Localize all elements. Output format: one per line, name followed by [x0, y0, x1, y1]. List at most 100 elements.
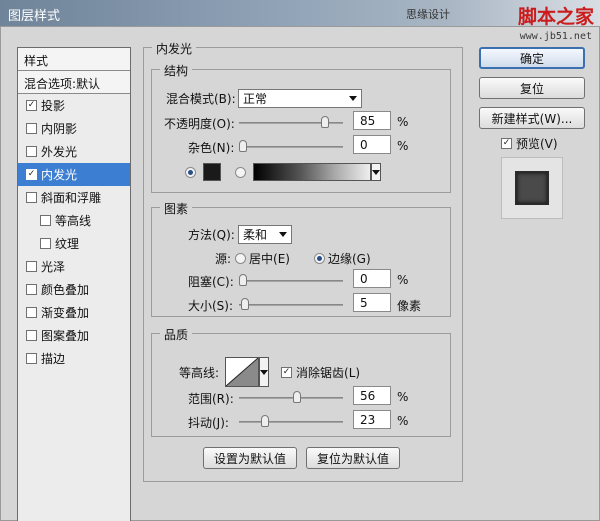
range-input[interactable]: 56: [353, 386, 391, 405]
choke-label: 阻塞(C):: [188, 275, 234, 289]
blend-mode-value: 正常: [243, 92, 268, 106]
style-item-label: 斜面和浮雕: [41, 191, 102, 205]
opacity-input[interactable]: 85: [353, 111, 391, 130]
elements-legend: 图素: [160, 200, 193, 217]
source-edge-label[interactable]: 边缘(G): [328, 250, 371, 267]
gradient-picker[interactable]: [253, 163, 371, 181]
contour-label: 等高线:: [179, 365, 220, 380]
preview-row: ✓ 预览(V): [501, 135, 558, 152]
ok-button[interactable]: 确定: [479, 47, 585, 69]
size-slider[interactable]: [239, 298, 343, 311]
antialias-checkbox[interactable]: ✓: [281, 366, 293, 378]
style-list-header[interactable]: 样式: [18, 48, 130, 71]
style-item[interactable]: 光泽: [18, 255, 130, 278]
slider-track: [239, 280, 343, 282]
antialias-label[interactable]: 消除锯齿(L): [296, 364, 360, 381]
watermark-text: 思缘设计: [406, 8, 450, 21]
style-item-label: 描边: [41, 352, 66, 366]
blending-options[interactable]: 混合选项:默认: [18, 71, 130, 94]
choke-input[interactable]: 0: [353, 269, 391, 288]
chevron-down-icon: [349, 96, 357, 101]
style-item[interactable]: 描边: [18, 347, 130, 370]
style-item-label: 渐变叠加: [41, 306, 90, 320]
preview-label[interactable]: 预览(V): [516, 135, 558, 152]
style-item[interactable]: 纹理: [18, 232, 130, 255]
contour-row: 等高线: ✓ 消除锯齿(L): [179, 357, 360, 387]
style-checkbox[interactable]: [26, 307, 37, 318]
method-select[interactable]: 柔和: [238, 225, 292, 244]
style-checkbox[interactable]: [26, 284, 37, 295]
style-item[interactable]: 外发光: [18, 140, 130, 163]
solid-color-radio[interactable]: [185, 166, 196, 178]
watermark-brand: 脚本之家: [517, 6, 594, 28]
slider-thumb[interactable]: [239, 140, 247, 152]
noise-input[interactable]: 0: [353, 135, 391, 154]
source-center-label[interactable]: 居中(E): [249, 250, 290, 267]
make-default-button[interactable]: 设置为默认值: [203, 447, 297, 469]
gradient-dropdown[interactable]: [371, 163, 381, 181]
jitter-slider[interactable]: [239, 415, 343, 428]
style-checkbox[interactable]: [26, 261, 37, 272]
contour-curve-icon: [225, 357, 259, 387]
reset-button[interactable]: 复位: [479, 77, 585, 99]
slider-thumb[interactable]: [293, 391, 301, 403]
new-style-button[interactable]: 新建样式(W)...: [479, 107, 585, 129]
source-row: 源: 居中(E) 边缘(G): [215, 250, 371, 267]
glow-fill-row: [185, 163, 381, 181]
slider-thumb[interactable]: [261, 415, 269, 427]
style-item[interactable]: 颜色叠加: [18, 278, 130, 301]
noise-slider[interactable]: [239, 140, 343, 153]
jitter-input[interactable]: 23: [353, 410, 391, 429]
contour-dropdown[interactable]: [259, 357, 270, 387]
contour-preview[interactable]: [225, 357, 260, 387]
preview-checkbox[interactable]: ✓: [501, 138, 512, 149]
style-checkbox[interactable]: ✓: [26, 100, 37, 111]
choke-slider[interactable]: [239, 274, 343, 287]
style-item[interactable]: 图案叠加: [18, 324, 130, 347]
style-checkbox[interactable]: [26, 353, 37, 364]
quality-legend: 品质: [160, 326, 193, 343]
range-label: 范围(R):: [188, 392, 234, 406]
style-item[interactable]: 渐变叠加: [18, 301, 130, 324]
style-item-label: 投影: [41, 99, 66, 113]
range-slider[interactable]: [239, 391, 343, 404]
source-label: 源:: [215, 252, 232, 266]
blend-mode-label: 混合模式(B):: [166, 92, 236, 106]
style-item[interactable]: 内阴影: [18, 117, 130, 140]
noise-label: 杂色(N):: [188, 141, 235, 155]
opacity-label: 不透明度(O):: [164, 117, 235, 131]
slider-thumb[interactable]: [241, 298, 249, 310]
style-checkbox[interactable]: [40, 215, 51, 226]
slider-thumb[interactable]: [239, 274, 247, 286]
style-checkbox[interactable]: ✓: [26, 169, 37, 180]
style-checkbox[interactable]: [26, 330, 37, 341]
title-bar: 图层样式 思缘设计 脚本之家: [0, 0, 600, 28]
method-value: 柔和: [243, 228, 268, 242]
style-checkbox[interactable]: [26, 146, 37, 157]
opacity-slider[interactable]: [239, 116, 343, 129]
blend-mode-select[interactable]: 正常: [238, 89, 362, 108]
gradient-radio[interactable]: [235, 166, 246, 178]
style-item[interactable]: 斜面和浮雕: [18, 186, 130, 209]
style-checkbox[interactable]: [26, 192, 37, 203]
slider-track: [239, 146, 343, 148]
source-edge-radio[interactable]: [314, 253, 325, 264]
style-checkbox[interactable]: [26, 123, 37, 134]
chevron-down-icon: [260, 369, 269, 375]
style-item[interactable]: ✓ 内发光: [18, 163, 130, 186]
jitter-unit: %: [397, 414, 409, 428]
style-item[interactable]: ✓ 投影: [18, 94, 130, 117]
opacity-unit: %: [397, 115, 409, 129]
chevron-down-icon: [372, 169, 380, 175]
style-item-label: 图案叠加: [41, 329, 90, 343]
slider-thumb[interactable]: [321, 116, 329, 128]
style-item[interactable]: 等高线: [18, 209, 130, 232]
source-center-radio[interactable]: [235, 253, 247, 264]
inner-glow-title: 内发光: [152, 40, 197, 57]
style-checkbox[interactable]: [40, 238, 51, 249]
size-input[interactable]: 5: [353, 293, 391, 312]
reset-default-button[interactable]: 复位为默认值: [306, 447, 400, 469]
color-swatch[interactable]: [203, 163, 221, 181]
preview-swatch: [515, 171, 549, 205]
jitter-label: 抖动(J):: [188, 416, 229, 430]
